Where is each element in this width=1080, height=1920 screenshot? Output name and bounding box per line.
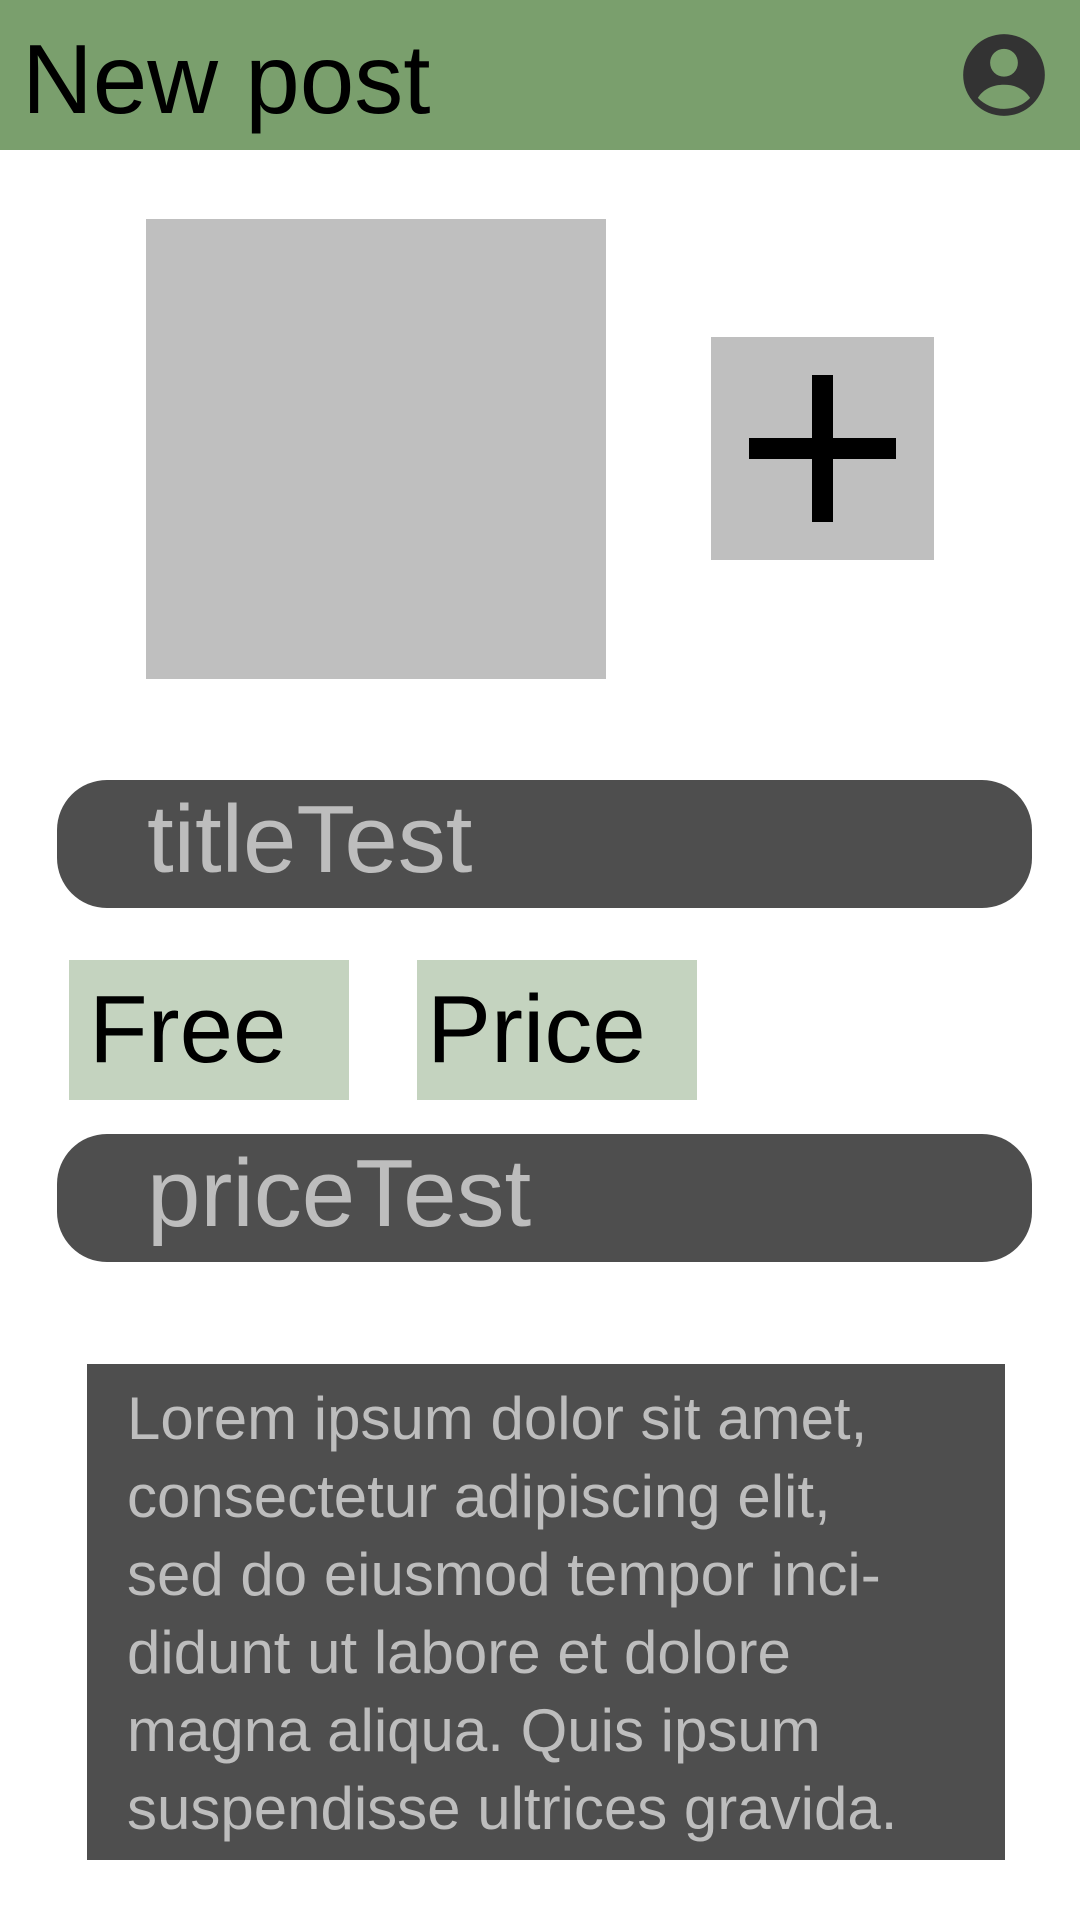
- description-line: sed do eiusmod tempor inci-: [127, 1541, 881, 1608]
- price-input[interactable]: priceTest: [57, 1134, 1032, 1262]
- description-line: consectetur adipiscing elit,: [127, 1463, 831, 1530]
- description-line: didunt ut labore et dolore: [127, 1619, 791, 1686]
- description-line: Lorem ipsum dolor sit amet,: [127, 1385, 868, 1452]
- image-preview: [146, 219, 606, 679]
- description-textarea[interactable]: Lorem ipsum dolor sit amet, consectetur …: [87, 1364, 1005, 1860]
- description-line: suspendisse ultrices gravida.: [127, 1775, 898, 1842]
- account-circle-icon[interactable]: [955, 26, 1053, 124]
- page-title: New post: [22, 24, 431, 134]
- add-image-button[interactable]: [711, 337, 934, 560]
- app-bar: New post: [0, 0, 1080, 150]
- plus-icon: [749, 375, 896, 522]
- price-button[interactable]: Price: [417, 960, 697, 1100]
- free-button[interactable]: Free: [69, 960, 349, 1100]
- description-line: magna aliqua. Quis ipsum: [127, 1697, 821, 1764]
- price-input-value: priceTest: [147, 1140, 532, 1247]
- title-input[interactable]: titleTest: [57, 780, 1032, 908]
- title-input-value: titleTest: [147, 786, 473, 893]
